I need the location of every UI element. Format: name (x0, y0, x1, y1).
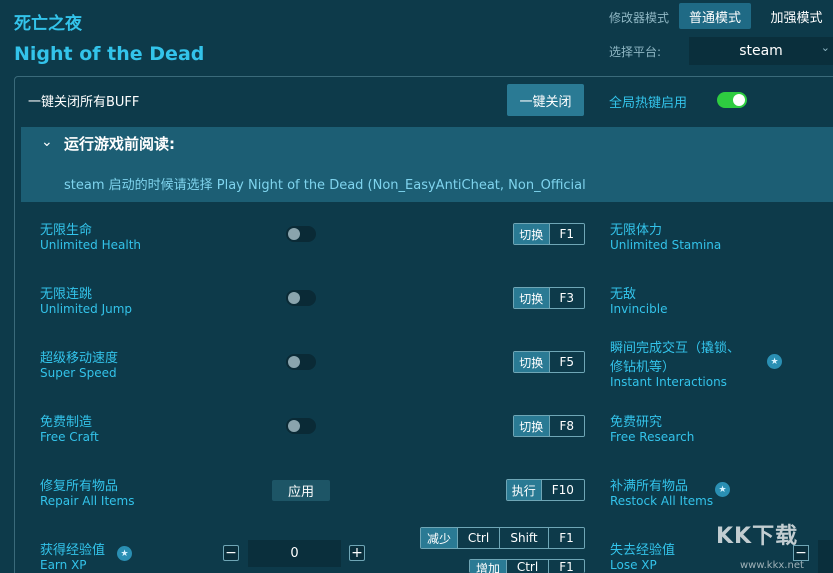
key-action: 执行 (507, 480, 541, 500)
option-label-cn: 超级移动速度 (40, 351, 119, 366)
option-label-cn: 瞬间完成交互（撬锁、 (610, 341, 741, 356)
key-cap: Ctrl (506, 560, 548, 573)
option-label-en: Unlimited Stamina (610, 238, 722, 252)
key-action: 切换 (514, 224, 549, 244)
option-label-en: Unlimited Jump (40, 302, 133, 316)
hotkey-unlimited-health[interactable]: 切换 F1 (513, 223, 585, 245)
mode-enhanced-button[interactable]: 加强模式 (760, 3, 833, 29)
key-action: 切换 (514, 416, 549, 436)
key-cap: F1 (548, 224, 584, 244)
option-label-cn: 获得经验值 (40, 543, 106, 558)
toggle-unlimited-jump[interactable] (286, 290, 316, 306)
mode-normal-button[interactable]: 普通模式 (679, 3, 751, 29)
option-label-en: Super Speed (40, 366, 117, 380)
option-label-en: Restock All Items (610, 494, 714, 508)
hotkey-free-craft[interactable]: 切换 F8 (513, 415, 585, 437)
option-label-cn: 失去经验值 (610, 543, 676, 558)
toggle-unlimited-health[interactable] (286, 226, 316, 242)
option-label-en: Lose XP (610, 558, 657, 572)
option-label-cn: 免费研究 (610, 415, 663, 430)
hotkey-earn-xp-decrease[interactable]: 减少 Ctrl Shift F1 (420, 527, 585, 549)
option-label-en: Instant Interactions (610, 375, 727, 389)
key-cap: Ctrl (457, 528, 499, 548)
app-title-en: Night of the Dead (14, 43, 205, 65)
global-hotkey-label: 全局热键启用 (609, 96, 688, 111)
watermark-logo: KK下载 (716, 524, 799, 549)
platform-label: 选择平台: (609, 45, 662, 59)
mode-label: 修改器模式 (609, 11, 670, 25)
option-label-en: Invincible (610, 302, 668, 316)
key-cap: F10 (540, 480, 584, 500)
option-label-cn: 无限体力 (610, 223, 663, 238)
chevron-down-icon[interactable]: ⌄ (41, 134, 53, 150)
key-action: 切换 (514, 288, 549, 308)
hotkey-super-speed[interactable]: 切换 F5 (513, 351, 585, 373)
platform-value: steam (739, 43, 783, 59)
star-icon: ★ (117, 546, 132, 561)
decrease-button[interactable]: − (223, 545, 239, 561)
option-label-en: Unlimited Health (40, 238, 142, 252)
increase-button[interactable]: + (349, 545, 365, 561)
option-label-cn: 无敌 (610, 287, 637, 302)
notice-text: steam 启动的时候请选择 Play Night of the Dead (N… (64, 178, 586, 193)
option-label-cn: 无限连跳 (40, 287, 93, 302)
hotkey-earn-xp-increase[interactable]: 增加 Ctrl F1 (469, 559, 585, 573)
toggle-free-craft[interactable] (286, 418, 316, 434)
lose-xp-value-input[interactable] (818, 540, 833, 573)
hotkey-unlimited-jump[interactable]: 切换 F3 (513, 287, 585, 309)
close-all-buff-button[interactable]: 一键关闭 (507, 84, 584, 116)
option-label-cn: 补满所有物品 (610, 479, 689, 494)
watermark-url: www.kkx.net (740, 560, 804, 571)
star-icon: ★ (767, 354, 782, 369)
xp-value-input[interactable]: 0 (248, 540, 341, 567)
global-hotkey-toggle[interactable] (717, 92, 747, 108)
key-cap: F5 (548, 352, 584, 372)
option-label-cn: 免费制造 (40, 415, 93, 430)
option-label-cn: 无限生命 (40, 223, 93, 238)
key-cap: F3 (548, 288, 584, 308)
option-label-en: Free Research (610, 430, 695, 444)
key-cap: F1 (548, 528, 584, 548)
option-label-en: Repair All Items (40, 494, 135, 508)
hotkey-repair-all[interactable]: 执行 F10 (506, 479, 585, 501)
option-label-en: Earn XP (40, 558, 87, 572)
apply-button[interactable]: 应用 (272, 480, 330, 501)
platform-select[interactable]: steam ⌄ (689, 37, 833, 65)
notice-heading: 运行游戏前阅读: (64, 135, 175, 153)
option-label-en: Free Craft (40, 430, 99, 444)
option-label-cn: 修复所有物品 (40, 479, 119, 494)
buff-label: 一键关闭所有BUFF (28, 95, 140, 110)
notice-box: ⌄ 运行游戏前阅读: steam 启动的时候请选择 Play Night of … (21, 127, 833, 202)
key-action: 增加 (470, 560, 506, 573)
key-action: 切换 (514, 352, 549, 372)
app-title-cn: 死亡之夜 (14, 14, 82, 34)
toggle-super-speed[interactable] (286, 354, 316, 370)
key-action: 减少 (421, 528, 457, 548)
chevron-down-icon: ⌄ (820, 41, 830, 54)
key-cap: Shift (499, 528, 548, 548)
key-cap: F8 (548, 416, 584, 436)
key-cap: F1 (548, 560, 584, 573)
option-label-cn-line2: 修钻机等） (610, 360, 676, 375)
star-icon: ★ (715, 482, 730, 497)
